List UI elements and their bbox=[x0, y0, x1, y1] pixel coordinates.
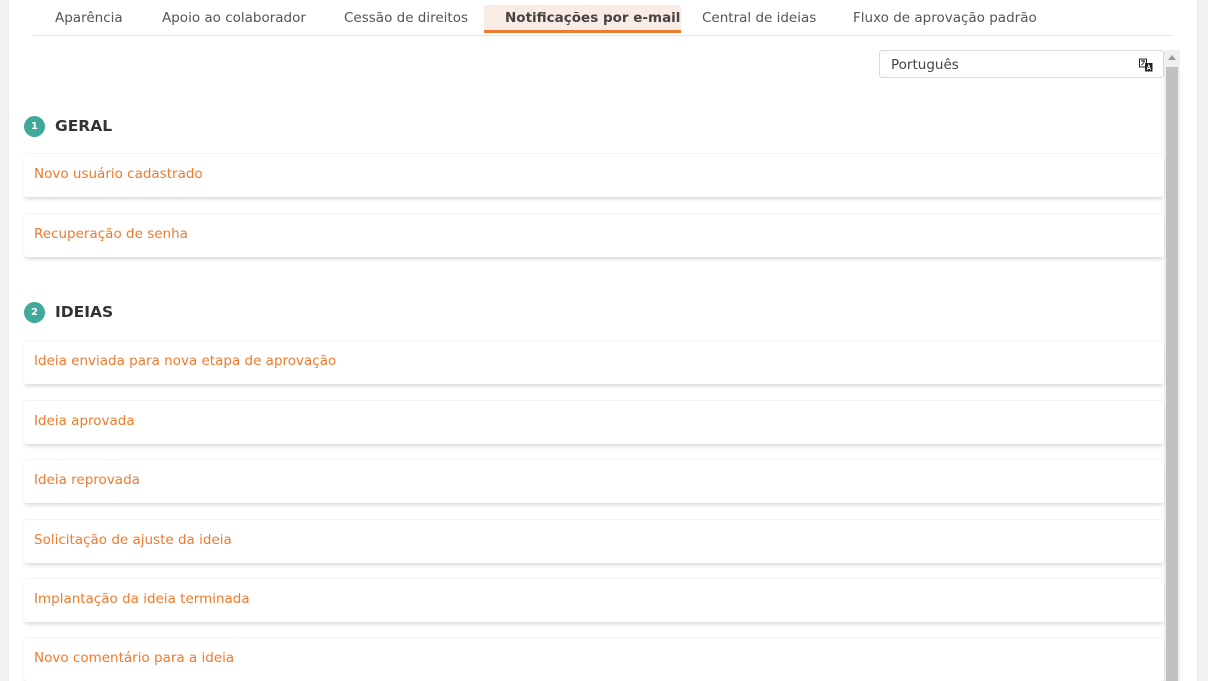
section-title: GERAL bbox=[55, 117, 113, 135]
notification-item-ideia-enviada[interactable]: Ideia enviada para nova etapa de aprovaç… bbox=[24, 340, 1164, 384]
notification-item-label: Ideia reprovada bbox=[34, 472, 140, 488]
section-number-badge: 2 bbox=[24, 302, 45, 323]
tab-apoio-ao-colaborador[interactable]: Apoio ao colaborador bbox=[141, 5, 327, 33]
notification-item-recuperacao-senha[interactable]: Recuperação de senha bbox=[24, 213, 1164, 257]
section-number-badge: 1 bbox=[24, 116, 45, 137]
vertical-scrollbar[interactable] bbox=[1164, 50, 1180, 681]
notification-item-implantacao-terminada[interactable]: Implantação da ideia terminada bbox=[24, 578, 1164, 622]
notification-item-label: Ideia aprovada bbox=[34, 413, 135, 429]
tab-aparencia[interactable]: Aparência bbox=[34, 5, 144, 33]
section-title: IDEIAS bbox=[55, 303, 114, 321]
tab-central-de-ideias[interactable]: Central de ideias bbox=[681, 5, 837, 33]
notification-item-novo-usuario[interactable]: Novo usuário cadastrado bbox=[24, 153, 1164, 197]
notification-item-label: Novo usuário cadastrado bbox=[34, 166, 203, 182]
notification-item-label: Solicitação de ajuste da ideia bbox=[34, 532, 232, 548]
notification-item-ideia-aprovada[interactable]: Ideia aprovada bbox=[24, 400, 1164, 444]
scroll-up-arrow-icon[interactable] bbox=[1168, 55, 1176, 60]
scrollbar-thumb[interactable] bbox=[1166, 67, 1178, 681]
notification-item-label: Recuperação de senha bbox=[34, 226, 188, 242]
notification-item-novo-comentario[interactable]: Novo comentário para a ideia bbox=[24, 637, 1164, 681]
notification-item-solicitacao-ajuste[interactable]: Solicitação de ajuste da ideia bbox=[24, 519, 1164, 563]
language-select-value: Português bbox=[891, 57, 959, 73]
tab-bar: Aparência Apoio ao colaborador Cessão de… bbox=[33, 0, 1173, 36]
notification-item-label: Novo comentário para a ideia bbox=[34, 650, 235, 666]
language-select[interactable]: Português bbox=[879, 50, 1164, 78]
tab-notificacoes-por-email[interactable]: Notificações por e-mail bbox=[484, 5, 681, 33]
tab-cessao-de-direitos[interactable]: Cessão de direitos bbox=[323, 5, 489, 33]
translate-icon bbox=[1139, 57, 1153, 72]
notification-item-ideia-reprovada[interactable]: Ideia reprovada bbox=[24, 459, 1164, 503]
tab-fluxo-de-aprovacao-padrao[interactable]: Fluxo de aprovação padrão bbox=[832, 5, 1058, 33]
notification-item-label: Ideia enviada para nova etapa de aprovaç… bbox=[34, 353, 337, 369]
notification-item-label: Implantação da ideia terminada bbox=[34, 591, 250, 607]
